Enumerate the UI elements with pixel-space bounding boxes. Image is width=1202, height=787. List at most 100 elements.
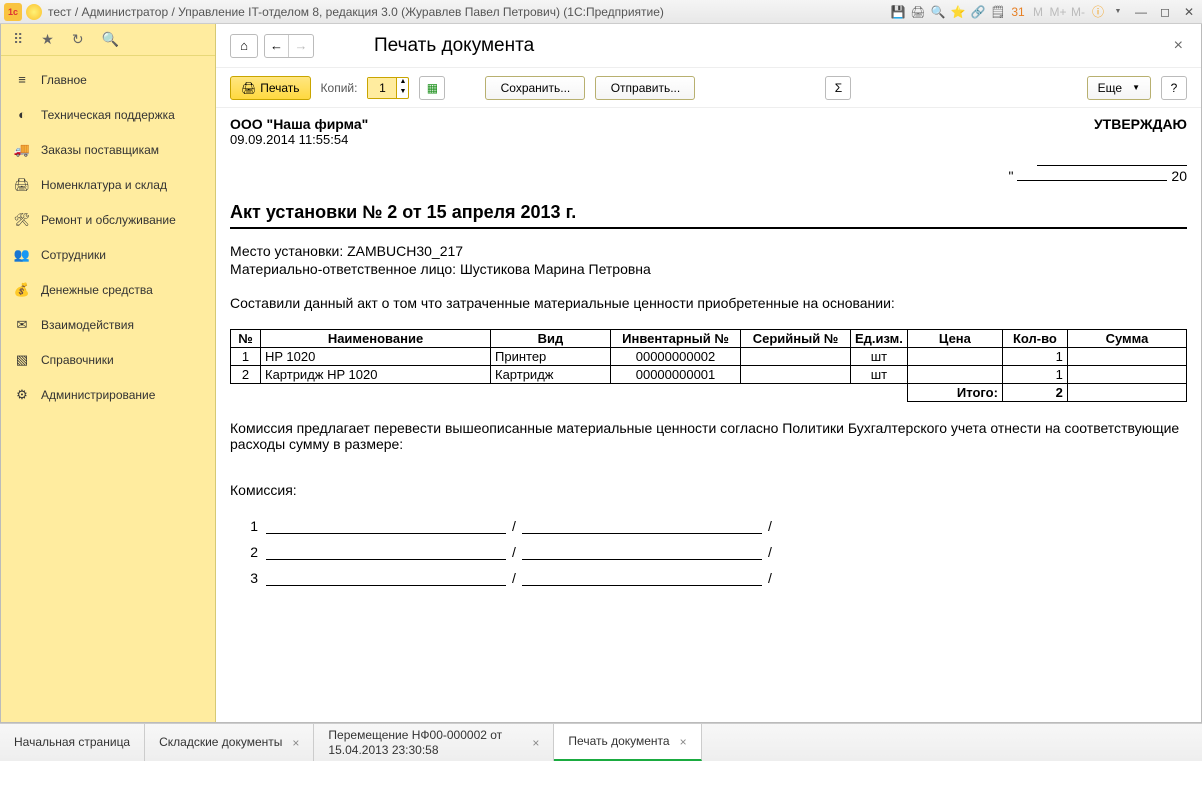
calendar-icon[interactable]: 31 bbox=[1010, 4, 1026, 20]
content-header: ⌂ ← → Печать документа × bbox=[216, 24, 1201, 68]
maximize-button[interactable]: ◻ bbox=[1156, 5, 1174, 19]
info-icon[interactable]: ⓘ bbox=[1090, 4, 1106, 20]
tab-close-icon[interactable]: × bbox=[680, 735, 687, 749]
col-header: Сумма bbox=[1067, 330, 1186, 348]
sidebar-item-2[interactable]: 🚚Заказы поставщикам bbox=[1, 132, 215, 167]
tab-label: Перемещение НФ00-000002 от 15.04.2013 23… bbox=[328, 728, 522, 757]
favorite-icon[interactable]: ⭐ bbox=[950, 4, 966, 20]
tab-label: Складские документы bbox=[159, 735, 282, 749]
copies-input[interactable] bbox=[368, 78, 396, 98]
sidebar-item-9[interactable]: ⚙Администрирование bbox=[1, 377, 215, 412]
help-button[interactable]: ? bbox=[1161, 76, 1187, 100]
spin-down[interactable]: ▼ bbox=[396, 88, 408, 98]
sidebar-item-label: Взаимодействия bbox=[41, 318, 134, 332]
commission-label: Комиссия: bbox=[230, 482, 1187, 498]
sidebar-item-label: Техническая поддержка bbox=[41, 108, 175, 122]
tab-1[interactable]: Складские документы × bbox=[145, 724, 314, 761]
col-header: Ед.изм. bbox=[851, 330, 908, 348]
approve-label: УТВЕРЖДАЮ bbox=[1008, 116, 1187, 132]
home-button[interactable]: ⌂ bbox=[230, 34, 258, 58]
sidebar-icon: ⚙ bbox=[13, 387, 31, 403]
tab-2[interactable]: Перемещение НФ00-000002 от 15.04.2013 23… bbox=[314, 724, 554, 761]
responsible-value: Шустикова Марина Петровна bbox=[460, 261, 651, 277]
sidebar-item-4[interactable]: 🛠Ремонт и обслуживание bbox=[1, 202, 215, 237]
sidebar-item-label: Номенклатура и склад bbox=[41, 178, 167, 192]
signature-row: 2// bbox=[230, 542, 1187, 560]
minimize-button[interactable]: — bbox=[1132, 5, 1150, 19]
print-label: Печать bbox=[260, 81, 299, 95]
tab-close-icon[interactable]: × bbox=[292, 736, 299, 750]
chevron-down-icon: ▼ bbox=[1132, 83, 1140, 92]
m-minus-icon[interactable]: M- bbox=[1070, 4, 1086, 20]
tab-0[interactable]: Начальная страница bbox=[0, 724, 145, 761]
save-button[interactable]: Сохранить... bbox=[485, 76, 585, 100]
approve-quote: " bbox=[1008, 168, 1013, 184]
page-title: Печать документа bbox=[374, 35, 534, 57]
sidebar-icon: 👥 bbox=[13, 247, 31, 263]
help-icon: ? bbox=[1171, 81, 1178, 95]
sidebar-icon: ▧ bbox=[13, 352, 31, 368]
copies-stepper[interactable]: ▲▼ bbox=[367, 77, 409, 99]
print-button[interactable]: 🖨 Печать bbox=[230, 76, 311, 100]
back-button[interactable]: ← bbox=[265, 35, 289, 57]
calculator-icon[interactable]: 🗒 bbox=[990, 4, 1006, 20]
window-titlebar: 1c тест / Администратор / Управление IT-… bbox=[0, 0, 1202, 24]
send-button[interactable]: Отправить... bbox=[595, 76, 695, 100]
sidebar-item-label: Денежные средства bbox=[41, 283, 153, 297]
save-icon[interactable]: 💾 bbox=[890, 4, 906, 20]
tab-close-icon[interactable]: × bbox=[532, 736, 539, 750]
printer-icon: 🖨 bbox=[241, 81, 256, 95]
document-viewport[interactable]: ООО "Наша фирма" 09.09.2014 11:55:54 УТВ… bbox=[216, 108, 1201, 722]
search-icon[interactable]: 🔍 bbox=[102, 31, 119, 48]
sidebar-item-7[interactable]: ✉ Взаимодействия bbox=[1, 307, 215, 342]
sidebar-icon: ◐ bbox=[13, 107, 31, 122]
sidebar-item-0[interactable]: ≡Главное bbox=[1, 62, 215, 97]
sidebar-item-3[interactable]: 🖨Номенклатура и склад bbox=[1, 167, 215, 202]
info-dropdown-icon[interactable]: ▼ bbox=[1110, 4, 1126, 20]
col-header: Инвентарный № bbox=[611, 330, 741, 348]
document: ООО "Наша фирма" 09.09.2014 11:55:54 УТВ… bbox=[230, 116, 1187, 586]
items-table: №НаименованиеВидИнвентарный №Серийный №Е… bbox=[230, 329, 1187, 402]
forward-button: → bbox=[289, 35, 313, 57]
sidebar-item-label: Сотрудники bbox=[41, 248, 106, 262]
col-header: Цена bbox=[907, 330, 1002, 348]
total-label: Итого: bbox=[907, 384, 1002, 402]
sidebar-item-label: Справочники bbox=[41, 353, 114, 367]
sidebar-item-1[interactable]: ◐ Техническая поддержка bbox=[1, 97, 215, 132]
more-button[interactable]: Еще ▼ bbox=[1087, 76, 1151, 100]
history-icon[interactable]: ↻ bbox=[72, 31, 84, 48]
company-name: ООО "Наша фирма" bbox=[230, 116, 368, 132]
sum-button[interactable]: Σ bbox=[825, 76, 851, 100]
sidebar-icon: ✉ bbox=[13, 317, 31, 333]
table-row: 2Картридж HP 1020Картридж00000000001шт1 bbox=[231, 366, 1187, 384]
close-page-button[interactable]: × bbox=[1170, 33, 1187, 59]
m-plus-icon[interactable]: M+ bbox=[1050, 4, 1066, 20]
close-button[interactable]: ✕ bbox=[1180, 5, 1198, 19]
preview-button[interactable]: ▦ bbox=[419, 76, 445, 100]
star-icon[interactable]: ★ bbox=[41, 31, 54, 48]
sidebar-item-8[interactable]: ▧ Справочники bbox=[1, 342, 215, 377]
tab-3[interactable]: Печать документа × bbox=[554, 724, 701, 761]
toolbar: 🖨 Печать Копий: ▲▼ ▦ Сохранить... Отправ… bbox=[216, 68, 1201, 108]
titlebar-menu-button[interactable] bbox=[26, 4, 42, 20]
spin-up[interactable]: ▲ bbox=[396, 78, 408, 88]
sidebar: ⠿ ★ ↻ 🔍 ≡Главное ◐ Техническая поддержка 🚚З… bbox=[1, 24, 216, 722]
place-label: Место установки: bbox=[230, 243, 347, 259]
sidebar-top-toolbar: ⠿ ★ ↻ 🔍 bbox=[1, 24, 215, 56]
sidebar-item-6[interactable]: 💰 Денежные средства bbox=[1, 272, 215, 307]
col-header: Серийный № bbox=[741, 330, 851, 348]
content-area: ⌂ ← → Печать документа × 🖨 Печать Копий:… bbox=[216, 24, 1201, 722]
apps-icon[interactable]: ⠿ bbox=[13, 31, 23, 48]
approve-year: 20 bbox=[1171, 168, 1187, 184]
tab-label: Начальная страница bbox=[14, 735, 130, 749]
m-icon[interactable]: M bbox=[1030, 4, 1046, 20]
print-icon[interactable]: 🖨 bbox=[910, 4, 926, 20]
search-icon[interactable]: 🔍 bbox=[930, 4, 946, 20]
sidebar-icon: 💰 bbox=[13, 282, 31, 298]
tab-label: Печать документа bbox=[568, 734, 669, 748]
link-icon[interactable]: 🔗 bbox=[970, 4, 986, 20]
sidebar-item-5[interactable]: 👥 Сотрудники bbox=[1, 237, 215, 272]
more-label: Еще bbox=[1098, 81, 1122, 95]
save-label: Сохранить... bbox=[501, 81, 571, 95]
responsible-label: Материально-ответственное лицо: bbox=[230, 261, 460, 277]
